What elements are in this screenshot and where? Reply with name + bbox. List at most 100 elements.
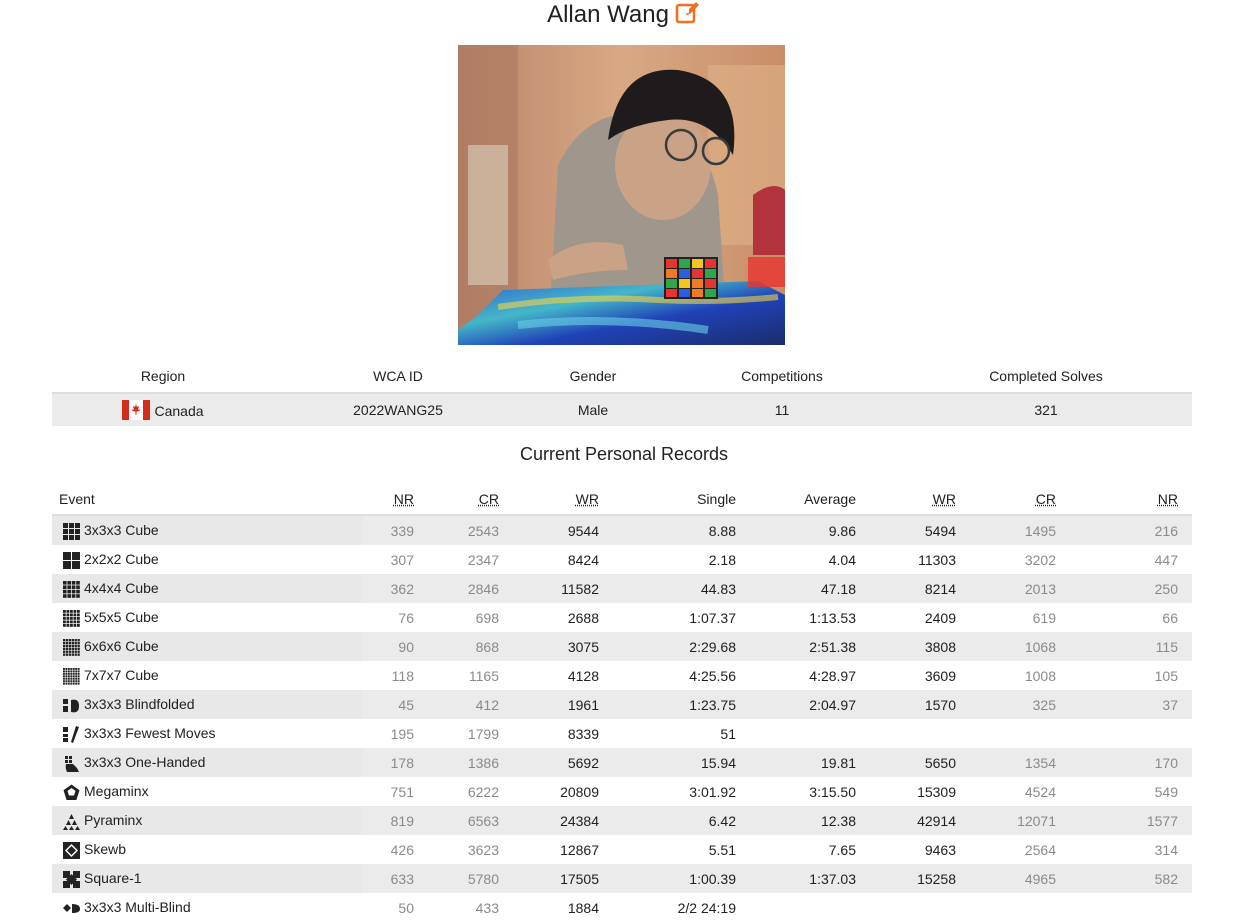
event-cell[interactable]: 4x4x4 Cube xyxy=(52,574,362,603)
event-header: Event xyxy=(52,484,362,516)
event-cell[interactable]: 3x3x3 Multi-Blind xyxy=(52,893,362,922)
average-cr-cell: 1068 xyxy=(970,632,1070,661)
average-wr-cell: 5494 xyxy=(870,515,970,545)
single-wr-cell: 8339 xyxy=(567,725,599,742)
table-row: 3x3x3 One-Handed 178 1386 5692 15.94 19.81 565… xyxy=(52,748,1192,777)
average-cell[interactable]: 4:28.97 xyxy=(750,661,870,690)
event-name[interactable]: 6x6x6 Cube xyxy=(84,638,159,654)
wca-id-value: 2022WANG25 xyxy=(274,393,522,426)
222-icon xyxy=(63,551,80,569)
single-cell[interactable]: 2/2 24:19 xyxy=(613,893,750,922)
profile-photo xyxy=(458,45,785,345)
table-row: Pyraminx 819 6563 24384 6.42 12.38 42914 12071 1… xyxy=(52,806,1192,835)
event-cell[interactable]: Pyraminx xyxy=(52,806,362,835)
average-nr-cell: 314 xyxy=(1154,841,1178,858)
average-cr-cell: 619 xyxy=(1032,609,1056,626)
table-row: 3x3x3 Blindfolded 45 412 1961 1:23.75 2:04.97… xyxy=(52,690,1192,719)
single-cell[interactable]: 5.51 xyxy=(613,835,750,864)
event-cell[interactable]: 3x3x3 Blindfolded xyxy=(52,690,362,719)
edit-icon[interactable] xyxy=(675,0,701,32)
event-name[interactable]: 7x7x7 Cube xyxy=(84,667,159,683)
event-cell[interactable]: 7x7x7 Cube xyxy=(52,661,362,690)
table-row: 2x2x2 Cube 307 2347 8424 2.18 4.04 11303 3202 44… xyxy=(52,545,1192,574)
average-nr-cell xyxy=(1070,893,1192,922)
single-wr-cell: 5692 xyxy=(513,748,613,777)
event-cell[interactable]: Skewb xyxy=(52,835,362,864)
single-cell[interactable]: 8.88 xyxy=(613,515,750,545)
event-cell[interactable]: Megaminx xyxy=(52,777,362,806)
event-name[interactable]: 3x3x3 Cube xyxy=(84,522,159,538)
event-name[interactable]: Square-1 xyxy=(84,870,142,886)
one-handed-icon xyxy=(63,755,80,772)
event-name[interactable]: 5x5x5 Cube xyxy=(84,609,159,625)
average-cell[interactable]: 4.04 xyxy=(750,545,870,574)
person-name-heading: Allan Wang xyxy=(0,0,1248,32)
single-cell[interactable]: 44.83 xyxy=(613,574,750,603)
average-nr-cell: 105 xyxy=(1154,667,1178,684)
single-cr-cell: 1799 xyxy=(467,725,499,742)
single-cr-cell: 412 xyxy=(428,690,513,719)
event-cell[interactable]: 5x5x5 Cube xyxy=(52,603,362,632)
single-wr-header: WR xyxy=(513,484,613,516)
average-cr-cell: 4965 xyxy=(970,864,1070,893)
event-name[interactable]: Megaminx xyxy=(84,783,149,799)
event-cell[interactable]: 3x3x3 One-Handed xyxy=(52,748,362,777)
average-wr-cell: 42914 xyxy=(870,806,970,835)
personal-records-table: Event NR CR WR Single Average WR CR NR 3… xyxy=(52,484,1192,922)
average-wr-cell: 5650 xyxy=(870,748,970,777)
single-cell[interactable]: 1:07.37 xyxy=(613,603,750,632)
event-name[interactable]: 3x3x3 Fewest Moves xyxy=(84,725,216,741)
event-name[interactable]: 3x3x3 Blindfolded xyxy=(84,696,195,712)
event-cell[interactable]: 6x6x6 Cube xyxy=(52,632,362,661)
event-name[interactable]: 2x2x2 Cube xyxy=(84,551,159,567)
single-cell[interactable]: 2.18 xyxy=(613,545,750,574)
single-cell[interactable]: 2:29.68 xyxy=(613,632,750,661)
event-name[interactable]: 3x3x3 One-Handed xyxy=(84,754,205,770)
single-cell[interactable]: 4:25.56 xyxy=(613,661,750,690)
event-name[interactable]: 4x4x4 Cube xyxy=(84,580,159,596)
table-row: 6x6x6 Cube 90 868 3075 2:29.68 2:51.38 3808 106… xyxy=(52,632,1192,661)
average-cell[interactable]: 9.86 xyxy=(750,515,870,545)
average-nr-cell xyxy=(1070,719,1192,748)
single-cell[interactable]: 51 xyxy=(613,719,750,748)
event-cell[interactable]: 2x2x2 Cube xyxy=(52,545,362,574)
person-info-table: Region WCA ID Gender Competitions Comple… xyxy=(52,360,1192,426)
average-cell[interactable]: 47.18 xyxy=(750,574,870,603)
event-name[interactable]: Skewb xyxy=(84,841,126,857)
event-cell[interactable]: 3x3x3 Fewest Moves xyxy=(52,719,362,748)
666-icon xyxy=(63,638,80,656)
average-nr-cell: 582 xyxy=(1070,864,1192,893)
average-cr-cell: 2013 xyxy=(970,574,1070,603)
average-cell[interactable]: 1:13.53 xyxy=(750,603,870,632)
average-cell[interactable] xyxy=(750,719,870,748)
average-nr-cell: 250 xyxy=(1070,574,1192,603)
single-cell[interactable]: 6.42 xyxy=(613,806,750,835)
gender-header: Gender xyxy=(522,360,664,394)
region-header: Region xyxy=(52,360,274,394)
event-cell[interactable]: Square-1 xyxy=(52,864,362,893)
average-cell[interactable]: 19.81 xyxy=(750,748,870,777)
single-cr-cell: 1165 xyxy=(468,667,499,684)
average-cell[interactable]: 3:15.50 xyxy=(750,777,870,806)
single-cell[interactable]: 1:23.75 xyxy=(613,690,750,719)
average-cell[interactable]: 2:51.38 xyxy=(750,632,870,661)
canada-flag-icon xyxy=(122,400,151,420)
event-name[interactable]: Pyraminx xyxy=(84,812,142,828)
blindfolded-icon xyxy=(63,697,80,714)
average-cell[interactable]: 12.38 xyxy=(750,806,870,835)
average-cell[interactable]: 1:37.03 xyxy=(750,864,870,893)
single-cell[interactable]: 3:01.92 xyxy=(613,777,750,806)
average-cell[interactable]: 2:04.97 xyxy=(750,690,870,719)
single-cell[interactable]: 1:00.39 xyxy=(613,864,750,893)
average-cr-header: CR xyxy=(970,484,1070,516)
event-cell[interactable]: 3x3x3 Cube xyxy=(52,515,362,545)
event-name[interactable]: 3x3x3 Multi-Blind xyxy=(84,899,191,915)
table-row: 4x4x4 Cube 362 2846 11582 44.83 47.18 8214 2013… xyxy=(52,574,1192,603)
average-wr-cell: 2409 xyxy=(924,609,956,626)
333-icon xyxy=(63,522,80,540)
average-cell[interactable]: 7.65 xyxy=(750,835,870,864)
square1-icon xyxy=(63,870,80,888)
average-cell[interactable] xyxy=(750,893,870,922)
single-cell[interactable]: 15.94 xyxy=(613,748,750,777)
completed-solves-header: Completed Solves xyxy=(900,360,1192,394)
